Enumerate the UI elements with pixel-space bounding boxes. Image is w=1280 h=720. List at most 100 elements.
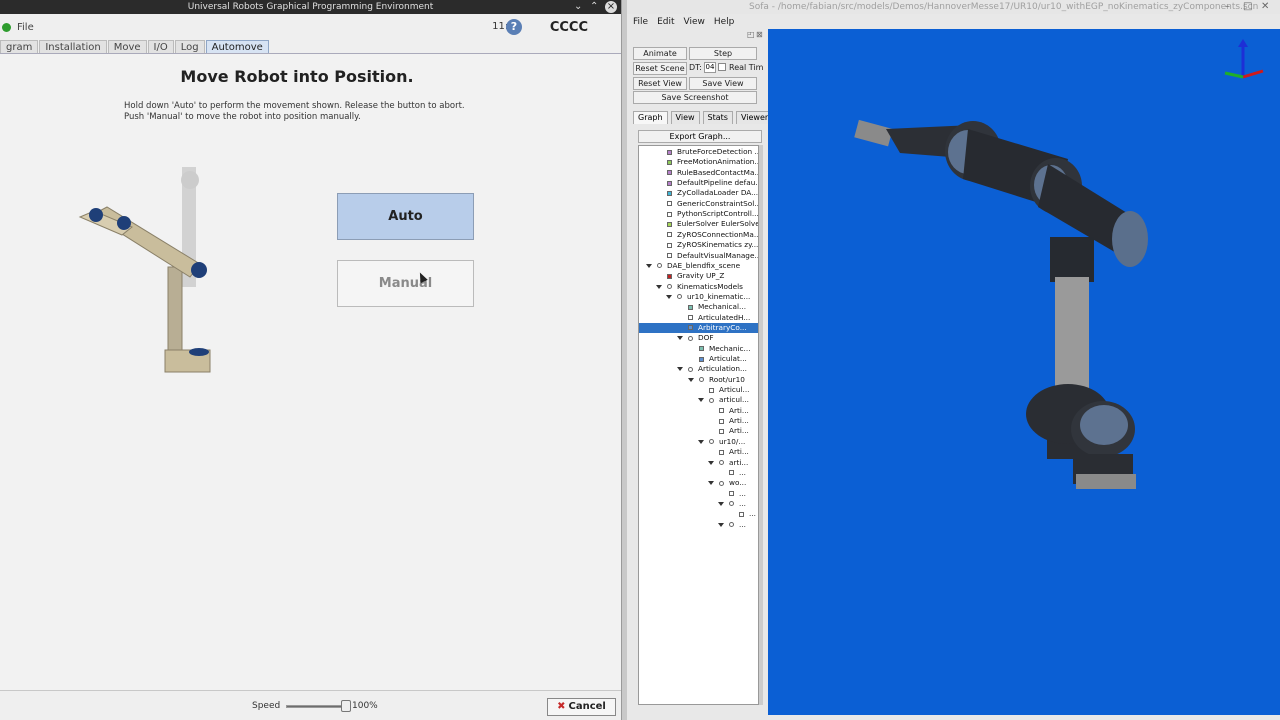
expand-arrow-icon[interactable]	[677, 367, 683, 372]
expand-arrow-icon[interactable]	[666, 294, 672, 299]
tree-node[interactable]: wo...	[639, 478, 758, 488]
tree-node[interactable]: BruteForceDetection ...	[639, 147, 758, 157]
help-icon[interactable]: ?	[506, 19, 522, 35]
help-menu[interactable]: Help	[714, 17, 735, 27]
component-icon	[719, 418, 724, 424]
expand-arrow-icon[interactable]	[677, 336, 683, 341]
step-button[interactable]: Step	[689, 47, 757, 60]
minimize-icon[interactable]: –	[1225, 0, 1230, 14]
node-icon	[729, 501, 734, 507]
tree-node[interactable]: Arti...	[639, 426, 758, 436]
export-graph-button[interactable]: Export Graph...	[638, 130, 762, 143]
tab-io[interactable]: I/O	[147, 40, 174, 53]
tree-node[interactable]: ...	[639, 509, 758, 519]
tab-view[interactable]: View	[670, 111, 700, 124]
tree-node[interactable]: Arti...	[639, 405, 758, 416]
cancel-button[interactable]: ✖ Cancel	[547, 698, 616, 716]
tree-node[interactable]: arti...	[639, 458, 758, 468]
tree-node[interactable]: ZyColladaLoader DA...	[639, 188, 758, 198]
tree-node[interactable]: Mechanical...	[639, 302, 758, 312]
tree-node[interactable]: Articulat...	[639, 354, 758, 364]
tree-node[interactable]: KinematicsModels	[639, 281, 758, 292]
tree-node[interactable]: ...	[639, 499, 758, 509]
tab-graph[interactable]: Graph	[633, 111, 668, 124]
tree-node-label: KinematicsModels	[677, 281, 743, 291]
tree-node[interactable]: PythonScriptControll...	[639, 209, 758, 219]
tree-node[interactable]: DefaultVisualManage...	[639, 250, 759, 261]
component-icon	[719, 428, 724, 434]
tree-node[interactable]: ArbitraryCo...	[639, 322, 758, 333]
tree-node[interactable]: DOF	[639, 333, 758, 343]
view-menu[interactable]: View	[684, 17, 705, 27]
scene-graph-tree[interactable]: BruteForceDetection ... FreeMotionAnimati…	[638, 145, 759, 705]
tree-node-label: Articulat...	[709, 354, 747, 363]
tree-node[interactable]: GenericConstraintSol...	[639, 199, 758, 209]
reset-view-button[interactable]: Reset View	[633, 77, 687, 90]
expand-arrow-icon[interactable]	[718, 522, 724, 527]
tree-node[interactable]: FreeMotionAnimation...	[639, 157, 758, 167]
component-icon	[667, 170, 672, 176]
tree-node-label: ...	[739, 519, 746, 529]
tree-node[interactable]: Mechanic...	[639, 344, 758, 354]
tree-node[interactable]: Arti...	[639, 447, 758, 457]
tree-node[interactable]: ZyROSConnectionMa...	[639, 230, 758, 240]
tab-installation[interactable]: Installation	[39, 40, 107, 53]
tree-node[interactable]: ...	[639, 468, 758, 478]
tree-node[interactable]: ur10_kinematic...	[639, 292, 758, 302]
file-menu[interactable]: File	[17, 22, 34, 33]
tree-node[interactable]: Gravity UP_Z	[639, 271, 758, 281]
expand-arrow-icon[interactable]	[718, 501, 724, 506]
ur10-robot	[854, 119, 1148, 489]
tree-node[interactable]: ur10/...	[639, 437, 758, 447]
tree-node[interactable]: Root/ur10	[639, 375, 758, 385]
close-icon[interactable]: ✕	[1261, 0, 1269, 14]
minimize-icon[interactable]: ⌄	[574, 0, 582, 14]
tree-node[interactable]: Articulation...	[639, 364, 758, 374]
tab-move[interactable]: Move	[107, 40, 147, 53]
speed-slider-handle[interactable]	[341, 700, 351, 712]
tab-program[interactable]: gram	[0, 40, 39, 53]
expand-arrow-icon[interactable]	[698, 439, 704, 444]
expand-arrow-icon[interactable]	[688, 377, 694, 382]
expand-arrow-icon[interactable]	[656, 284, 662, 289]
close-icon[interactable]: ×	[605, 1, 617, 13]
auto-button[interactable]: Auto	[337, 193, 474, 240]
node-icon	[677, 294, 682, 300]
expand-arrow-icon[interactable]	[708, 460, 714, 465]
manual-button[interactable]: Manual	[337, 260, 474, 307]
edit-menu[interactable]: Edit	[657, 17, 674, 27]
expand-arrow-icon[interactable]	[708, 481, 714, 486]
component-icon	[667, 159, 672, 165]
tree-node-label: Arti...	[729, 405, 749, 415]
tree-node[interactable]: ...	[639, 489, 758, 499]
tree-node-label: DefaultVisualManage...	[677, 250, 759, 260]
reset-scene-button[interactable]: Reset Scene	[633, 62, 687, 75]
window-title: Universal Robots Graphical Programming E…	[187, 2, 434, 12]
save-screenshot-button[interactable]: Save Screenshot	[633, 91, 757, 104]
tree-node[interactable]: ArticulatedH...	[639, 313, 758, 323]
tree-node[interactable]: articul...	[639, 395, 758, 405]
maximize-icon[interactable]: □	[1243, 0, 1252, 14]
tab-automove[interactable]: Automove	[205, 40, 269, 53]
real-time-checkbox[interactable]	[718, 63, 726, 71]
animate-button[interactable]: Animate	[633, 47, 687, 60]
save-view-button[interactable]: Save View	[689, 77, 757, 90]
tab-log[interactable]: Log	[174, 40, 205, 53]
expand-arrow-icon[interactable]	[646, 263, 652, 268]
tree-scrollbar[interactable]	[759, 145, 763, 705]
dt-input[interactable]: 04	[704, 62, 716, 73]
tree-node[interactable]: EulerSolver EulerSolver	[639, 219, 758, 229]
tree-node[interactable]: DAE_blendfix_scene	[639, 261, 758, 271]
3d-viewport[interactable]	[768, 29, 1280, 715]
file-menu[interactable]: File	[633, 17, 648, 27]
tree-node[interactable]: DefaultPipeline defau...	[639, 178, 758, 188]
tree-node[interactable]: Arti...	[639, 416, 758, 426]
expand-arrow-icon[interactable]	[698, 398, 704, 403]
tab-stats[interactable]: Stats	[702, 111, 733, 124]
maximize-icon[interactable]: ⌃	[590, 0, 598, 14]
tree-node[interactable]: ...	[639, 519, 758, 530]
tree-node[interactable]: ZyROSKinematics zy...	[639, 240, 758, 250]
tree-node[interactable]: RuleBasedContactMa...	[639, 168, 758, 178]
component-icon	[699, 346, 704, 352]
tree-node[interactable]: Articul...	[639, 385, 758, 395]
